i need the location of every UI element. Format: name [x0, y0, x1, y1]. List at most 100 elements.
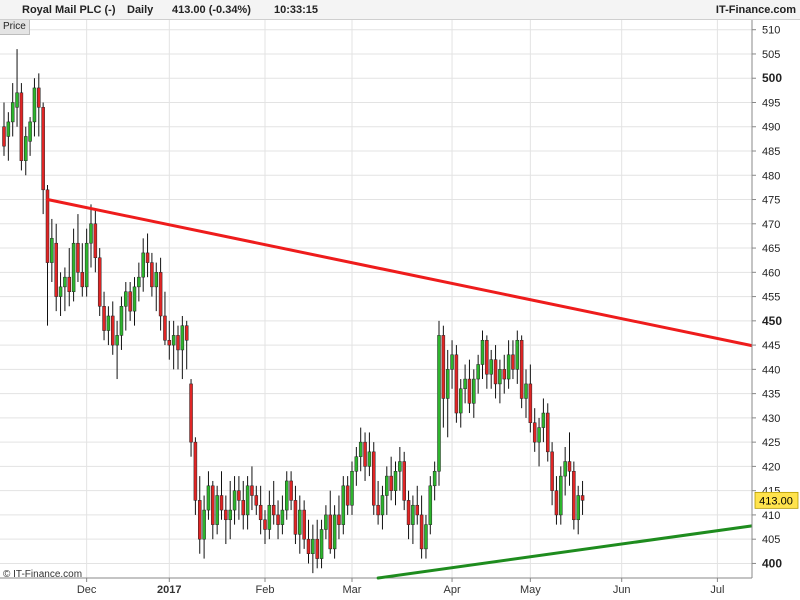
candle-down: [419, 495, 424, 559]
candle-body: [150, 262, 154, 288]
candle-up: [541, 398, 546, 443]
candle-down: [250, 466, 254, 511]
candle-up: [428, 476, 433, 535]
candle-up: [267, 490, 272, 540]
candle-body: [289, 480, 293, 501]
candle-down: [572, 461, 576, 530]
candle-down: [219, 471, 224, 520]
candle-up: [106, 306, 111, 346]
candle-body: [128, 291, 132, 312]
y-tick-label: 480: [762, 170, 780, 182]
candle-body: [202, 509, 206, 540]
candle-body: [158, 272, 163, 317]
candle-down: [293, 485, 298, 545]
candle-down: [19, 83, 24, 171]
y-tick-label: 445: [762, 340, 780, 352]
candle-body: [472, 378, 476, 404]
candle-down: [485, 335, 489, 389]
x-tick-label: Jul: [710, 584, 724, 596]
candle-down: [111, 301, 115, 355]
candle-body: [367, 451, 372, 467]
candle-up: [15, 49, 19, 127]
candle-body: [354, 456, 359, 472]
y-tick-label: 420: [762, 461, 780, 473]
y-tick-label: 460: [762, 267, 780, 279]
candle-body: [311, 538, 315, 554]
candle-down: [554, 476, 559, 525]
candle-down: [211, 480, 215, 540]
candle-body: [232, 490, 237, 511]
footer-copyright: © IT-Finance.com: [3, 569, 83, 580]
candle-down: [519, 335, 524, 409]
candle-down: [467, 359, 472, 414]
y-tick-label: 455: [762, 292, 780, 304]
price-chart: Dec 2017 Feb Mar Apr May Jun Jul 40040541041542…: [0, 20, 800, 596]
candle-up: [245, 476, 250, 530]
candle-body: [511, 354, 515, 370]
candle-body: [224, 509, 228, 521]
time-label: 10:33:15: [274, 4, 319, 16]
candle-up: [354, 446, 359, 486]
instrument-name: Royal Mail PLC (-): [22, 4, 116, 16]
price-tab[interactable]: Price: [0, 20, 30, 35]
candle-body: [167, 339, 172, 346]
candle-up: [63, 267, 67, 312]
candle-body: [132, 286, 137, 312]
candle-body: [419, 514, 424, 550]
candle-body: [302, 509, 306, 540]
candle-body: [76, 242, 80, 273]
candle-body: [171, 335, 176, 346]
y-tick-label: 495: [762, 97, 780, 109]
candle-up: [498, 359, 502, 404]
candle-body: [206, 485, 211, 511]
candle-body: [537, 427, 541, 443]
candle-down: [389, 456, 393, 501]
candle-body: [141, 252, 145, 278]
candle-down: [315, 519, 319, 569]
candle-body: [89, 223, 93, 244]
candle-body: [489, 359, 493, 375]
candle-body: [2, 126, 6, 147]
candle-body: [106, 315, 111, 331]
candle-body: [567, 461, 572, 472]
candle-body: [532, 422, 537, 443]
candle-body: [189, 383, 193, 443]
candle-body: [93, 223, 98, 259]
candle-down: [580, 480, 585, 515]
candle-body: [145, 252, 150, 263]
candle-body: [258, 504, 263, 521]
candle-down: [345, 476, 350, 515]
support-trendline: [376, 523, 763, 580]
candle-up: [398, 446, 402, 491]
candle-up: [89, 204, 93, 268]
candle-down: [363, 432, 367, 481]
candle-down: [167, 320, 172, 360]
candle-body: [54, 242, 58, 297]
candle-body: [324, 514, 328, 530]
x-tick-label: Feb: [256, 584, 275, 596]
candle-body: [498, 369, 502, 385]
candle-up: [171, 320, 176, 370]
candle-down: [502, 354, 506, 394]
candlestick-series: [2, 49, 585, 574]
candle-down: [546, 403, 550, 462]
candle-down: [102, 291, 106, 341]
candle-body: [237, 490, 241, 501]
candle-body: [519, 339, 524, 399]
candle-body: [97, 257, 102, 307]
candle-body: [358, 441, 363, 457]
candle-body: [415, 504, 419, 516]
candle-body: [241, 500, 245, 516]
candle-body: [476, 364, 480, 380]
last-price-label: 413.00: [759, 495, 793, 507]
candle-down: [337, 495, 341, 540]
candle-body: [345, 485, 350, 506]
candle-up: [350, 461, 354, 515]
candle-up: [563, 446, 567, 496]
y-tick-label: 490: [762, 122, 780, 134]
candle-body: [459, 388, 463, 414]
period-label: Daily: [127, 4, 154, 16]
candle-down: [441, 325, 446, 428]
candle-down: [67, 248, 71, 307]
candle-up: [380, 485, 385, 530]
